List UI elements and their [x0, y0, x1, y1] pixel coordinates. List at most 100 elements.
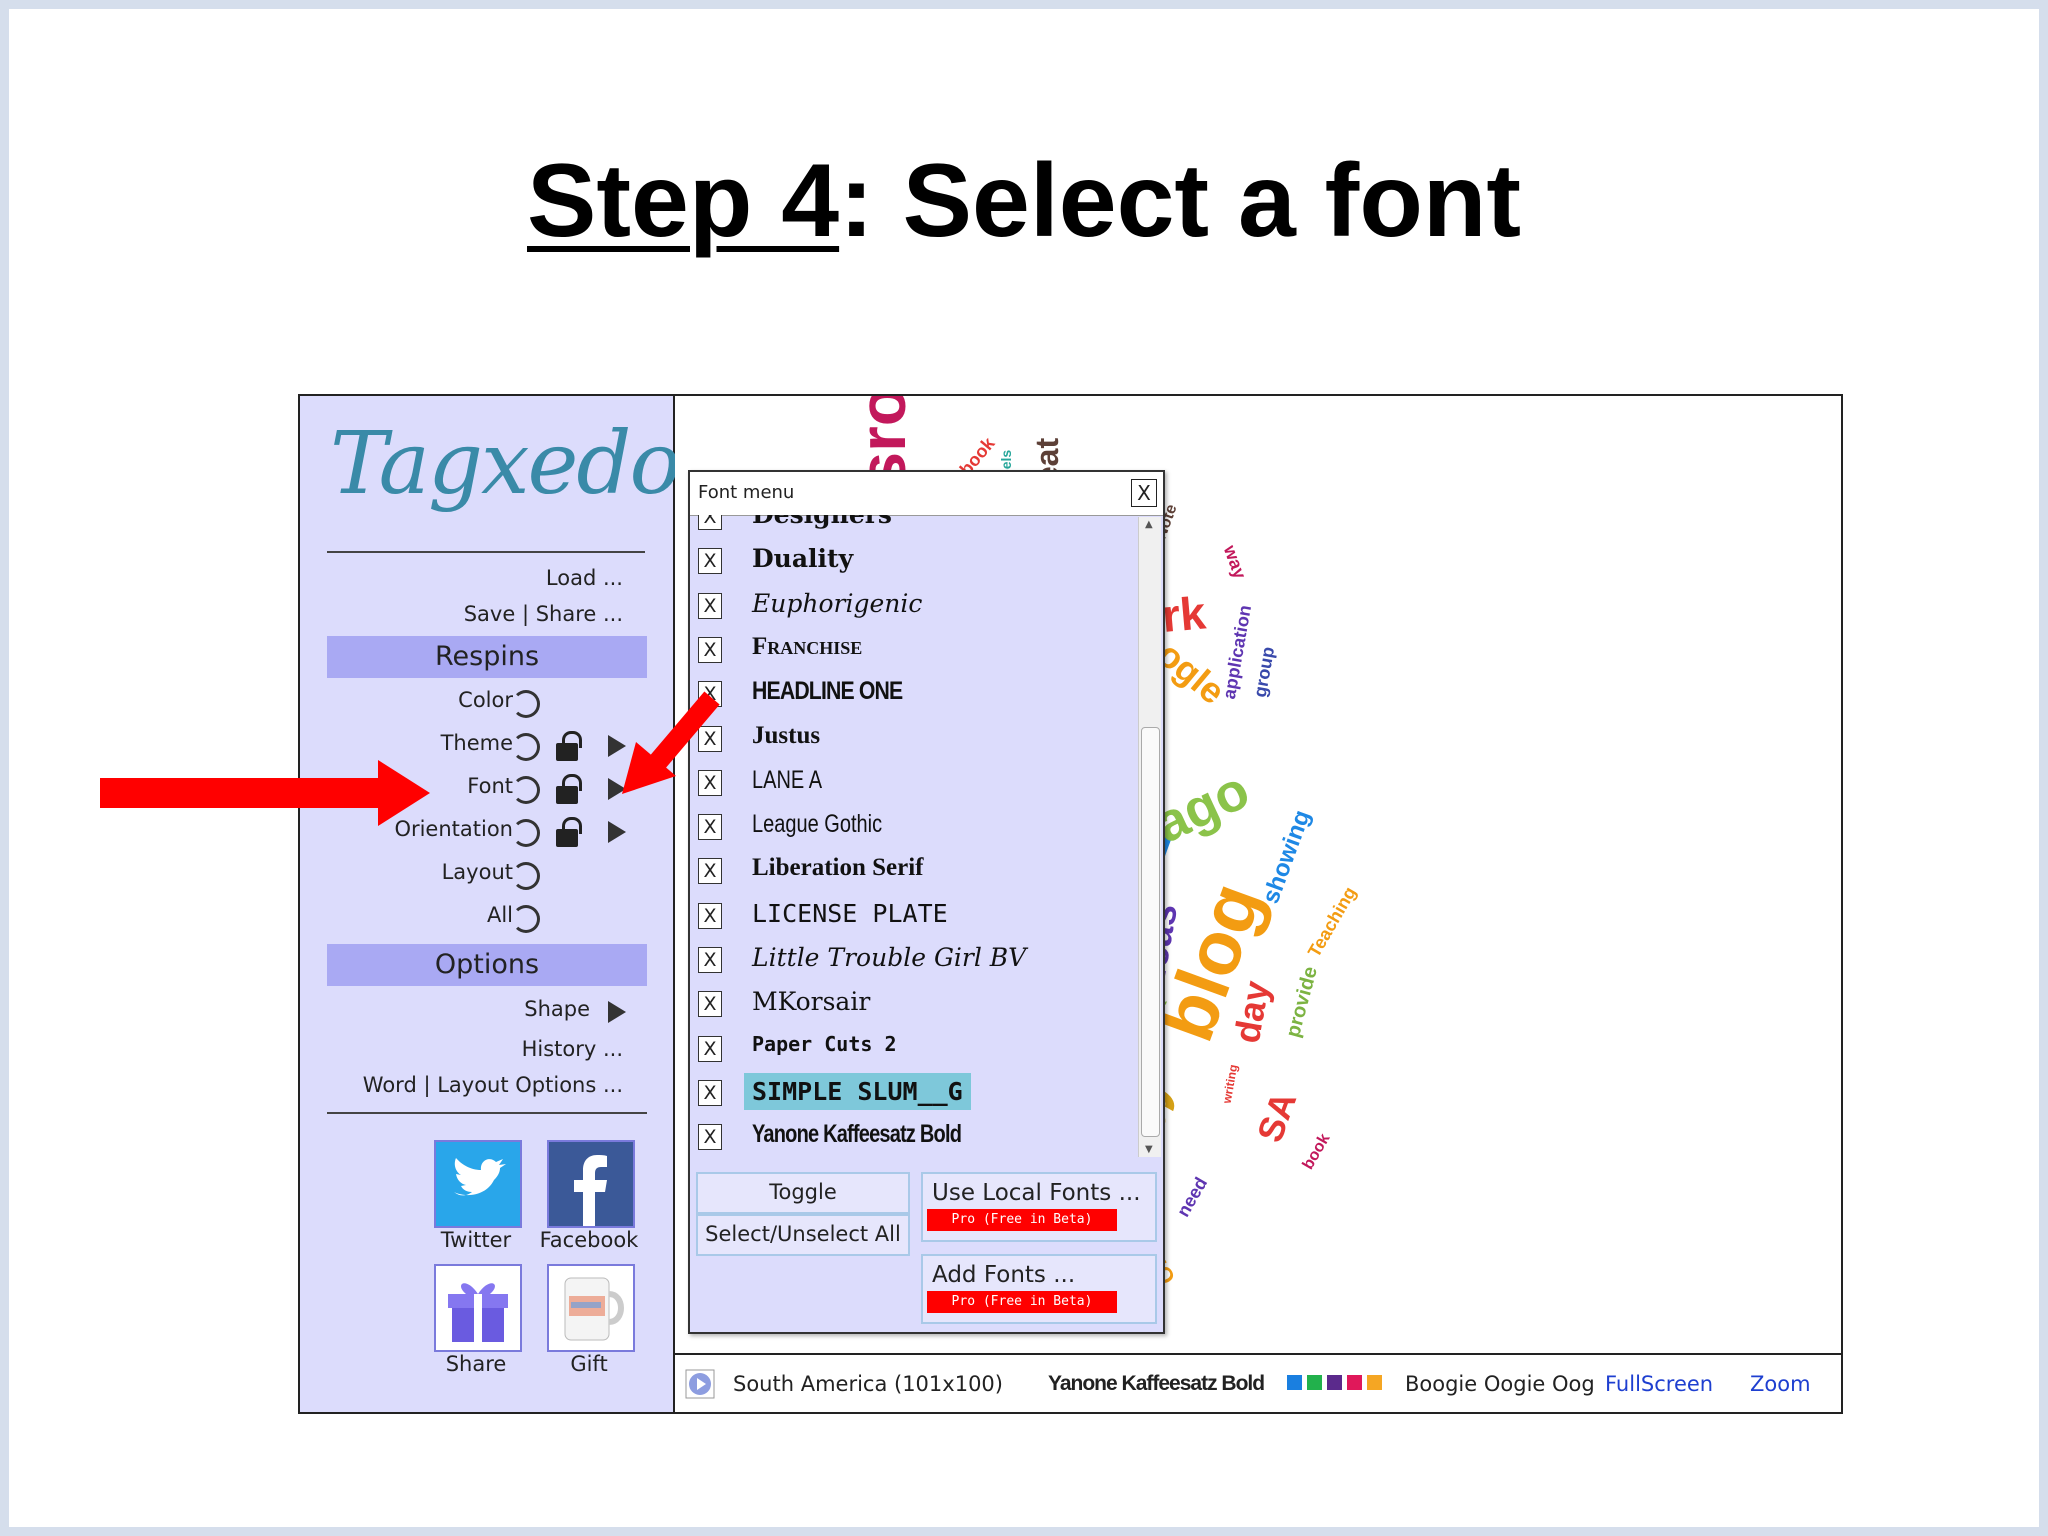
- font-name[interactable]: Franchise: [752, 633, 862, 661]
- respin-color-icon[interactable]: [512, 690, 540, 718]
- theme-color-swatch[interactable]: [1327, 1375, 1342, 1390]
- font-name[interactable]: Paper Cuts 2: [752, 1032, 897, 1056]
- fullscreen-link[interactable]: FullScreen: [1605, 1372, 1713, 1396]
- font-list-item[interactable]: X LICENSE PLATE: [690, 894, 1133, 938]
- orientation-play-icon[interactable]: [608, 821, 626, 843]
- status-theme[interactable]: Boogie Oogie Oog: [1405, 1372, 1593, 1396]
- respin-layout-icon[interactable]: [512, 862, 540, 890]
- font-checkbox[interactable]: X: [698, 515, 722, 530]
- font-name[interactable]: Duality: [752, 544, 853, 573]
- shape-play-icon[interactable]: [608, 1001, 626, 1023]
- respin-layout-label: Layout: [441, 860, 513, 884]
- font-menu-close-button[interactable]: X: [1131, 479, 1157, 507]
- use-local-fonts-label: Use Local Fonts ...: [932, 1180, 1141, 1206]
- twitter-tile[interactable]: [434, 1140, 522, 1228]
- font-list-item[interactable]: X SIMPLE SLUM__G: [690, 1071, 1133, 1115]
- scrollbar-thumb[interactable]: [1141, 727, 1160, 1137]
- respin-color-label: Color: [458, 688, 513, 712]
- word-cloud-word: day: [1225, 977, 1278, 1047]
- font-list-item[interactable]: X Duality: [690, 539, 1133, 583]
- font-checkbox[interactable]: X: [698, 548, 722, 575]
- select-unselect-all-button[interactable]: Select/Unselect All: [696, 1214, 910, 1256]
- theme-color-swatch[interactable]: [1367, 1375, 1382, 1390]
- add-fonts-label: Add Fonts ...: [932, 1262, 1076, 1288]
- font-list-item[interactable]: X Little Trouble Girl BV: [690, 938, 1133, 982]
- font-list-item[interactable]: X League Gothic: [690, 805, 1133, 849]
- font-checkbox[interactable]: X: [698, 1124, 722, 1151]
- font-name[interactable]: Liberation Serif: [752, 854, 924, 882]
- font-checkbox[interactable]: X: [698, 636, 722, 663]
- status-shape[interactable]: South America (101x100): [733, 1372, 1003, 1396]
- font-list-item[interactable]: X Justus: [690, 717, 1133, 761]
- status-bar: South America (101x100) Yanone Kaffeesat…: [675, 1353, 1841, 1412]
- sidebar-divider: [327, 1112, 647, 1114]
- word-cloud-word: SA: [1248, 1086, 1305, 1148]
- word-cloud-word: way: [1219, 542, 1251, 582]
- font-checkbox[interactable]: X: [698, 991, 722, 1018]
- font-checkbox[interactable]: X: [698, 592, 722, 619]
- shape-row[interactable]: Shape: [300, 997, 673, 1029]
- font-checkbox[interactable]: X: [698, 1035, 722, 1062]
- share-tile[interactable]: [434, 1264, 522, 1352]
- scroll-down-icon[interactable]: ▼: [1145, 1144, 1153, 1155]
- font-name[interactable]: LANE A: [752, 766, 822, 795]
- status-font[interactable]: Yanone Kaffeesatz Bold: [1048, 1372, 1265, 1396]
- font-name[interactable]: Little Trouble Girl BV: [752, 943, 1026, 972]
- theme-color-swatch[interactable]: [1347, 1375, 1362, 1390]
- font-checkbox[interactable]: X: [698, 858, 722, 885]
- respin-orientation-icon[interactable]: [512, 819, 540, 847]
- respin-theme-icon[interactable]: [512, 733, 540, 761]
- font-name[interactable]: MKorsair: [752, 987, 870, 1016]
- theme-lock-icon[interactable]: [556, 731, 582, 761]
- font-list-item[interactable]: X Paper Cuts 2: [690, 1027, 1133, 1071]
- respin-color-row: Color: [300, 688, 673, 720]
- font-name[interactable]: Yanone Kaffeesatz Bold: [752, 1120, 962, 1149]
- font-menu-title: Font menu: [698, 482, 795, 503]
- gift-tile[interactable]: [547, 1264, 635, 1352]
- save-share-link[interactable]: Save | Share ...: [464, 602, 623, 626]
- font-list-item[interactable]: X MKorsair: [690, 982, 1133, 1026]
- font-lock-icon[interactable]: [556, 774, 582, 804]
- font-checkbox[interactable]: X: [698, 902, 722, 929]
- respin-layout-row: Layout: [300, 860, 673, 892]
- red-arrow-diagonal: [622, 691, 720, 794]
- gift-label: Gift: [570, 1352, 608, 1376]
- add-fonts-button[interactable]: Add Fonts ... Pro (Free in Beta): [921, 1254, 1157, 1324]
- toggle-button[interactable]: Toggle: [696, 1172, 910, 1214]
- font-name[interactable]: Designers: [752, 515, 892, 529]
- theme-color-swatch[interactable]: [1287, 1375, 1302, 1390]
- font-name[interactable]: SIMPLE SLUM__G: [744, 1072, 971, 1110]
- font-list-item[interactable]: X Designers: [690, 515, 1133, 539]
- font-list-item[interactable]: X LANE A: [690, 761, 1133, 805]
- theme-color-swatch[interactable]: [1307, 1375, 1322, 1390]
- font-name[interactable]: LICENSE PLATE: [752, 899, 948, 928]
- font-list-scrollbar[interactable]: ▲ ▼: [1138, 517, 1161, 1157]
- word-layout-options-link[interactable]: Word | Layout Options ...: [363, 1073, 623, 1097]
- font-checkbox[interactable]: X: [698, 947, 722, 973]
- use-local-fonts-button[interactable]: Use Local Fonts ... Pro (Free in Beta): [921, 1172, 1157, 1242]
- font-checkbox[interactable]: X: [698, 1079, 722, 1106]
- font-name[interactable]: Euphorigenic: [752, 589, 922, 618]
- red-arrow-horizontal: [100, 760, 430, 826]
- orientation-lock-icon[interactable]: [556, 817, 582, 847]
- font-list-item[interactable]: X HEADLINE ONE: [690, 672, 1133, 716]
- history-link[interactable]: History ...: [522, 1037, 623, 1061]
- respins-header: Respins: [327, 636, 647, 678]
- font-list-item[interactable]: X Yanone Kaffeesatz Bold: [690, 1115, 1133, 1157]
- font-list-item[interactable]: X Liberation Serif: [690, 849, 1133, 893]
- tagxedo-app-window: Tagxedo Load ... Save | Share ... Respin…: [298, 394, 1843, 1414]
- font-list-item[interactable]: X Euphorigenic: [690, 584, 1133, 628]
- respin-font-icon[interactable]: [512, 776, 540, 804]
- scroll-up-icon[interactable]: ▲: [1145, 519, 1153, 530]
- font-checkbox[interactable]: X: [698, 814, 722, 841]
- font-list-item[interactable]: X Franchise: [690, 628, 1133, 672]
- font-name[interactable]: Justus: [752, 722, 820, 750]
- respin-all-icon[interactable]: [512, 905, 540, 933]
- font-name[interactable]: HEADLINE ONE: [752, 677, 903, 706]
- zoom-link[interactable]: Zoom: [1750, 1372, 1811, 1396]
- twitter-label: Twitter: [440, 1228, 512, 1252]
- play-circle-icon[interactable]: [685, 1369, 715, 1399]
- facebook-tile[interactable]: [547, 1140, 635, 1228]
- font-name[interactable]: League Gothic: [752, 810, 882, 839]
- load-link[interactable]: Load ...: [546, 566, 623, 590]
